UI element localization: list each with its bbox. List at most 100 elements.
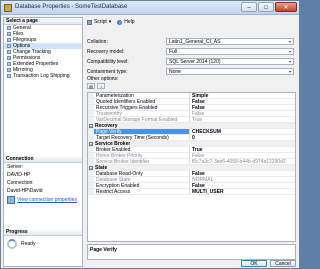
- grid-property-name: Parameterization: [94, 93, 190, 98]
- grid-property-value[interactable]: MULTI_USER: [190, 189, 295, 194]
- grid-property-name: Encryption Enabled: [94, 183, 190, 188]
- compatibility-level-label: Compatibility level:: [87, 59, 129, 65]
- progress-row: Ready: [4, 236, 82, 252]
- page-icon: [7, 74, 11, 78]
- grid-property-name: Service Broker: [95, 141, 131, 146]
- page-item-label: Transaction Log Shipping: [13, 73, 70, 79]
- grid-row[interactable]: Restrict Access MULTI_USER: [88, 189, 295, 195]
- grid-property-value[interactable]: False: [190, 183, 295, 188]
- categorized-view-button[interactable]: ▤: [87, 83, 95, 89]
- grid-property-name: Target Recovery Time (Seconds): [94, 135, 190, 140]
- view-connection-properties-link[interactable]: View connection properties: [17, 197, 77, 203]
- help-label: Help: [124, 19, 135, 25]
- progress-section: Progress Ready: [4, 229, 82, 252]
- property-grid-toolbar: ▤ ↕: [87, 83, 105, 90]
- page-icon: [7, 44, 11, 48]
- grid-property-name: Database State: [94, 177, 190, 182]
- page-icon: [7, 56, 11, 60]
- grid-property-value[interactable]: f0c7a3c7-3ee6-4058-b44b-d974a12290d2: [190, 159, 295, 164]
- grid-property-value[interactable]: False: [190, 153, 295, 158]
- server-label: Server:: [7, 164, 24, 170]
- recovery-model-select[interactable]: Full ▾: [166, 48, 294, 55]
- progress-spinner-icon: [7, 239, 17, 249]
- recovery-model-label: Recovery model:: [87, 49, 125, 55]
- property-grid[interactable]: Parameterization Simple Quoted Identifiers…: [87, 92, 296, 242]
- progress-status: Ready: [21, 241, 36, 247]
- script-label: Script: [94, 19, 107, 25]
- grid-property-name: State: [95, 165, 108, 170]
- toolbar: Script ▾ ? Help: [85, 17, 298, 27]
- containment-type-label: Containment type:: [87, 69, 128, 75]
- collapse-icon[interactable]: −: [89, 142, 93, 147]
- connection-properties-icon: [7, 196, 15, 204]
- cancel-button[interactable]: Cancel: [270, 260, 296, 267]
- chevron-down-icon: ▾: [108, 19, 112, 25]
- server-value: DAVID-HP: [7, 172, 31, 178]
- title-bar: Database Properties - SomeTestDatabase –…: [1, 1, 299, 15]
- page-item-transaction-log-shipping[interactable]: Transaction Log Shipping: [4, 73, 82, 79]
- grid-property-name: Honor Broker Priority: [94, 153, 190, 158]
- collapse-icon[interactable]: −: [89, 166, 93, 171]
- page-list: General Files Filegroups Options Change Trac…: [4, 25, 82, 79]
- maximize-button[interactable]: □: [258, 2, 274, 12]
- containment-type-select[interactable]: None ▾: [166, 68, 294, 75]
- page-icon: [7, 38, 11, 42]
- chevron-down-icon: ▾: [288, 39, 291, 44]
- grid-property-value[interactable]: False: [190, 111, 295, 116]
- window-title: Database Properties - SomeTestDatabase: [15, 4, 128, 10]
- collation-select[interactable]: Latin1_General_CI_AS ▾: [166, 38, 294, 45]
- dialog-buttons: OK Cancel: [241, 260, 296, 267]
- grid-property-value[interactable]: False: [190, 105, 295, 110]
- main-panel: Script ▾ ? Help Collation: Latin1_Genera…: [85, 17, 298, 267]
- grid-property-name: VarDecimal Storage Format Enabled: [94, 117, 190, 122]
- grid-property-value[interactable]: NORMAL: [190, 177, 295, 182]
- other-options-label: Other options:: [87, 76, 119, 82]
- grid-property-value[interactable]: True: [190, 147, 295, 152]
- grid-property-name: Recursive Triggers Enabled: [94, 105, 190, 110]
- page-icon: [7, 26, 11, 30]
- close-button[interactable]: ✕: [275, 2, 297, 12]
- compatibility-level-select[interactable]: SQL Server 2014 (120) ▾: [166, 58, 294, 65]
- compatibility-level-value: SQL Server 2014 (120): [169, 59, 221, 65]
- collation-value: Latin1_General_CI_AS: [169, 39, 221, 45]
- select-page-header: Select a page: [4, 18, 82, 25]
- containment-type-value: None: [169, 69, 181, 75]
- chevron-down-icon: ▾: [288, 49, 291, 54]
- connection-label: Connection:: [7, 180, 34, 186]
- script-button[interactable]: Script ▾: [87, 19, 111, 25]
- minimize-button[interactable]: –: [241, 2, 257, 12]
- property-description: Page Verify: [87, 244, 296, 260]
- connection-section: Connection Server: DAVID-HP Connection: …: [4, 156, 82, 205]
- help-button[interactable]: ? Help: [117, 19, 135, 25]
- grid-property-name: Database Read-Only: [94, 171, 190, 176]
- page-icon: [7, 32, 11, 36]
- grid-property-value[interactable]: CHECKSUM: [190, 129, 295, 134]
- grid-property-value[interactable]: False: [190, 99, 295, 104]
- chevron-down-icon: ▾: [288, 59, 291, 64]
- grid-property-name: Page Verify: [94, 129, 190, 134]
- view-connection-row: View connection properties: [4, 195, 82, 205]
- page-icon: [7, 62, 11, 66]
- database-properties-window: Database Properties - SomeTestDatabase –…: [0, 0, 300, 269]
- database-icon: [4, 4, 12, 12]
- recovery-model-value: Full: [169, 49, 178, 55]
- ok-button[interactable]: OK: [241, 260, 267, 267]
- page-icon: [7, 50, 11, 54]
- alphabetical-sort-button[interactable]: ↕: [97, 83, 105, 89]
- grid-property-name: Service Broker Identifier: [94, 159, 190, 164]
- grid-property-value[interactable]: Simple: [190, 93, 295, 98]
- grid-property-value[interactable]: False: [190, 171, 295, 176]
- connection-header: Connection: [4, 156, 82, 163]
- grid-property-value[interactable]: True: [190, 117, 295, 122]
- grid-property-name: Quoted Identifiers Enabled: [94, 99, 190, 104]
- script-icon: [87, 19, 92, 25]
- chevron-down-icon: ▾: [288, 69, 291, 74]
- grid-property-value[interactable]: 0: [190, 135, 295, 140]
- help-icon: ?: [117, 19, 123, 25]
- left-panel: Select a page General Files Filegroups Opti…: [3, 17, 83, 267]
- page-icon: [7, 68, 11, 72]
- collapse-icon[interactable]: −: [89, 124, 93, 129]
- grid-property-name: Trustworthy: [94, 111, 190, 116]
- grid-property-name: Broker Enabled: [94, 147, 190, 152]
- progress-header: Progress: [4, 229, 82, 236]
